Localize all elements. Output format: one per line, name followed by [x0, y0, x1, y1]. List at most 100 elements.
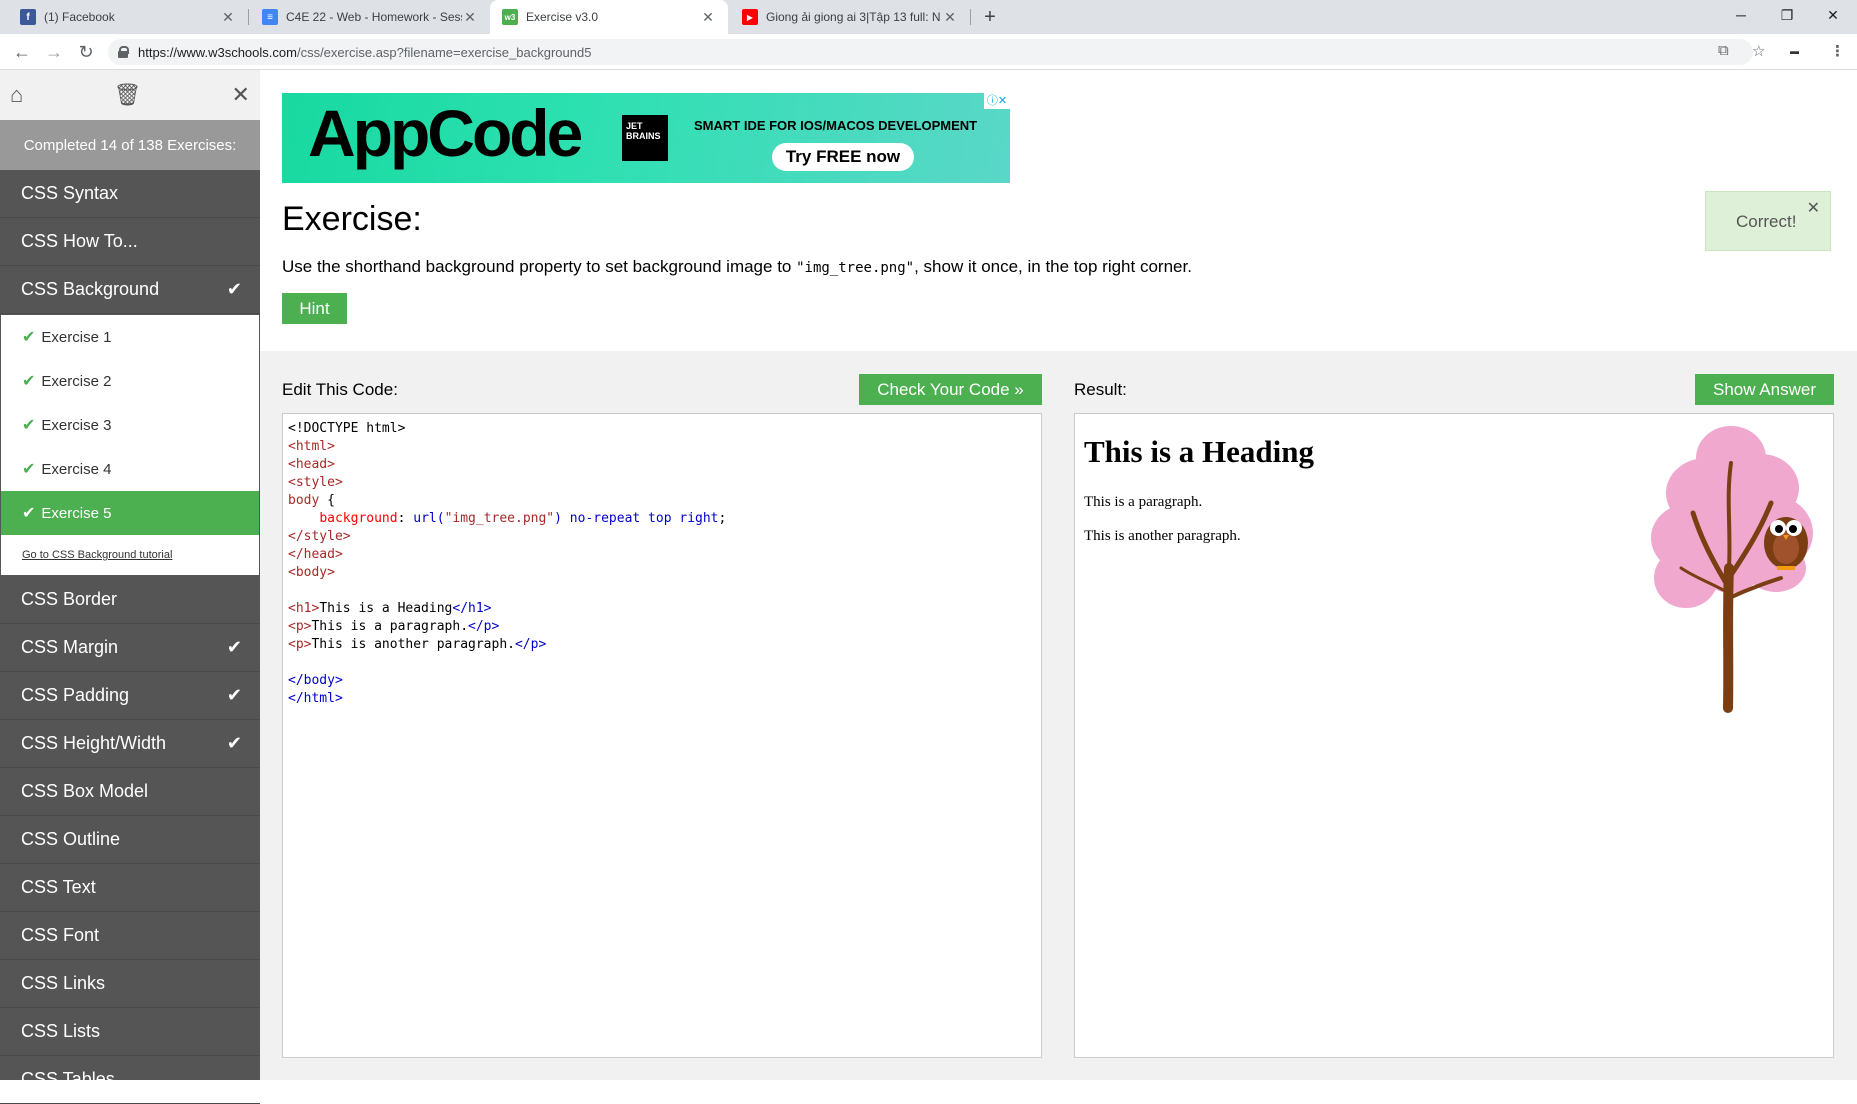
- close-icon[interactable]: ✕: [232, 82, 250, 108]
- youtube-icon: ▶: [742, 9, 758, 25]
- sidebar-item-css-how-to[interactable]: CSS How To...: [0, 218, 260, 266]
- star-icon[interactable]: ☆: [1752, 42, 1765, 60]
- close-icon[interactable]: ✕: [700, 9, 716, 26]
- lock-icon: [118, 46, 129, 58]
- back-arrow-icon[interactable]: ←: [8, 38, 36, 66]
- check-icon: ✔: [22, 373, 36, 390]
- exercise-item-label: Exercise 2: [41, 372, 112, 390]
- ad-tagline: SMART IDE FOR IOS/MACOS DEVELOPMENT: [694, 118, 978, 133]
- menu-dots-icon[interactable]: ⋮: [1830, 42, 1845, 60]
- exercise-item[interactable]: ✔ Exercise 5: [1, 491, 259, 535]
- main-content: AppCode JET BRAINS SMART IDE FOR IOS/MAC…: [260, 70, 1857, 1080]
- sidebar-item-css-lists[interactable]: CSS Lists: [0, 1008, 260, 1056]
- sidebar-item-label: CSS Background: [21, 279, 160, 299]
- trash-icon[interactable]: 🗑: [113, 82, 141, 108]
- close-window-icon[interactable]: ✕: [1810, 0, 1856, 30]
- address-toolbar: ← → ↻ https://www.w3schools.com/css/exer…: [0, 34, 1857, 70]
- check-icon: ✔: [226, 685, 242, 705]
- sidebar-item-label: CSS Text: [21, 877, 96, 897]
- check-icon: ✔: [226, 637, 242, 657]
- code-editor[interactable]: <!DOCTYPE html> <html> <head> <style> bo…: [282, 413, 1042, 1058]
- sidebar-item-css-border[interactable]: CSS Border: [0, 576, 260, 624]
- sidebar-item-label: CSS Margin: [21, 637, 119, 657]
- check-icon: ✔: [226, 733, 242, 753]
- tree-image: [1651, 426, 1813, 713]
- sidebar-item-label: CSS Lists: [21, 1021, 101, 1041]
- extension-icon[interactable]: ▬: [1790, 46, 1799, 56]
- result-paragraph-1: This is a paragraph.: [1084, 494, 1203, 510]
- docs-icon: ≡: [262, 9, 278, 25]
- exercise-title: Exercise:: [282, 200, 422, 238]
- sidebar-item-css-outline[interactable]: CSS Outline: [0, 816, 260, 864]
- exercise-item[interactable]: ✔ Exercise 1: [1, 315, 259, 359]
- tab-docs[interactable]: ≡ C4E 22 - Web - Homework - Sess ✕: [250, 0, 490, 34]
- exercise-item-label: Exercise 3: [41, 416, 112, 434]
- result-frame: This is a Heading This is a paragraph. T…: [1074, 413, 1834, 1058]
- sidebar-item-label: CSS Links: [21, 973, 106, 993]
- exercise-description: Use the shorthand background property to…: [282, 257, 1192, 276]
- hint-button[interactable]: Hint: [282, 293, 347, 324]
- browser-tab-bar: f (1) Facebook ✕ ≡ C4E 22 - Web - Homewo…: [0, 0, 1857, 34]
- sidebar-item-label: CSS How To...: [21, 231, 138, 251]
- sidebar-item-css-links[interactable]: CSS Links: [0, 960, 260, 1008]
- tutorial-link[interactable]: Go to CSS Background tutorial: [1, 535, 259, 575]
- correct-message: Correct!: [1736, 212, 1797, 231]
- show-answer-button[interactable]: Show Answer: [1695, 374, 1834, 405]
- exercise-item[interactable]: ✔ Exercise 3: [1, 403, 259, 447]
- check-code-button[interactable]: Check Your Code »: [859, 374, 1042, 405]
- exercise-sublist: ✔ Exercise 1 ✔ Exercise 2 ✔ Exercise 3 ✔ Exerci…: [0, 314, 260, 576]
- exercise-item-label: Exercise 1: [41, 328, 112, 346]
- sidebar-item-css-box-model[interactable]: CSS Box Model: [0, 768, 260, 816]
- exercise-item[interactable]: ✔ Exercise 2: [1, 359, 259, 403]
- w3schools-icon: w3: [502, 9, 518, 25]
- jetbrains-logo: JET BRAINS: [622, 115, 668, 161]
- home-icon[interactable]: ⌂: [10, 82, 23, 108]
- sidebar-item-css-syntax[interactable]: CSS Syntax: [0, 170, 260, 218]
- sidebar-item-label: CSS Font: [21, 925, 100, 945]
- tab-exercise[interactable]: w3 Exercise v3.0 ✕: [490, 0, 728, 34]
- check-icon: ✔: [226, 279, 242, 299]
- sidebar-item-label: CSS Syntax: [21, 183, 119, 203]
- correct-alert: Correct! ✕: [1705, 191, 1831, 251]
- result-label: Result:: [1074, 380, 1127, 399]
- translate-icon[interactable]: ⧉: [1718, 42, 1729, 59]
- close-icon[interactable]: ✕: [220, 9, 236, 26]
- sidebar-item-label: CSS Padding: [21, 685, 130, 705]
- sidebar-item-css-text[interactable]: CSS Text: [0, 864, 260, 912]
- tab-title: Giong ải giong ai 3|Tập 13 full: N: [766, 10, 941, 24]
- tab-facebook[interactable]: f (1) Facebook ✕: [8, 0, 248, 34]
- ad-try-button[interactable]: Try FREE now: [772, 143, 914, 171]
- close-icon[interactable]: ✕: [462, 9, 478, 26]
- advertisement-banner[interactable]: AppCode JET BRAINS SMART IDE FOR IOS/MAC…: [282, 93, 1010, 183]
- sidebar-item-css-margin[interactable]: CSS Margin ✔: [0, 624, 260, 672]
- sidebar-item-css-padding[interactable]: CSS Padding ✔: [0, 672, 260, 720]
- reload-icon[interactable]: ↻: [72, 38, 100, 66]
- check-icon: ✔: [22, 505, 36, 522]
- sidebar-item-css-background[interactable]: CSS Background ✔: [0, 266, 260, 314]
- close-icon[interactable]: ✕: [1807, 198, 1820, 218]
- check-icon: ✔: [22, 417, 36, 434]
- sidebar-item-label: CSS Outline: [21, 829, 121, 849]
- sidebar-item-css-height-width[interactable]: CSS Height/Width ✔: [0, 720, 260, 768]
- ad-close-icon[interactable]: ⓘ✕: [984, 93, 1010, 109]
- result-heading: This is a Heading: [1084, 434, 1314, 469]
- sidebar-item-css-tables[interactable]: CSS Tables: [0, 1056, 260, 1104]
- check-icon: ✔: [22, 461, 36, 478]
- exercise-sidebar: ⌂ 🗑 ✕ Completed 14 of 138 Exercises: CSS…: [0, 70, 260, 1104]
- tab-title: C4E 22 - Web - Homework - Sess: [286, 10, 462, 24]
- check-icon: ✔: [22, 329, 36, 346]
- new-tab-button[interactable]: +: [977, 4, 1003, 30]
- facebook-icon: f: [20, 9, 36, 25]
- close-icon[interactable]: ✕: [942, 9, 958, 26]
- tab-youtube[interactable]: ▶ Giong ải giong ai 3|Tập 13 full: N ✕: [730, 0, 970, 34]
- url-bar[interactable]: https://www.w3schools.com/css/exercise.a…: [108, 39, 1753, 65]
- exercise-item-label: Exercise 4: [41, 460, 112, 478]
- url-text: https://www.w3schools.com/css/exercise.a…: [138, 44, 592, 60]
- tab-title: Exercise v3.0: [526, 10, 599, 24]
- sidebar-item-css-font[interactable]: CSS Font: [0, 912, 260, 960]
- exercise-item[interactable]: ✔ Exercise 4: [1, 447, 259, 491]
- minimize-icon[interactable]: ─: [1718, 0, 1764, 30]
- restore-icon[interactable]: ❐: [1764, 0, 1810, 30]
- forward-arrow-icon[interactable]: →: [40, 38, 68, 66]
- result-paragraph-2: This is another paragraph.: [1084, 528, 1241, 544]
